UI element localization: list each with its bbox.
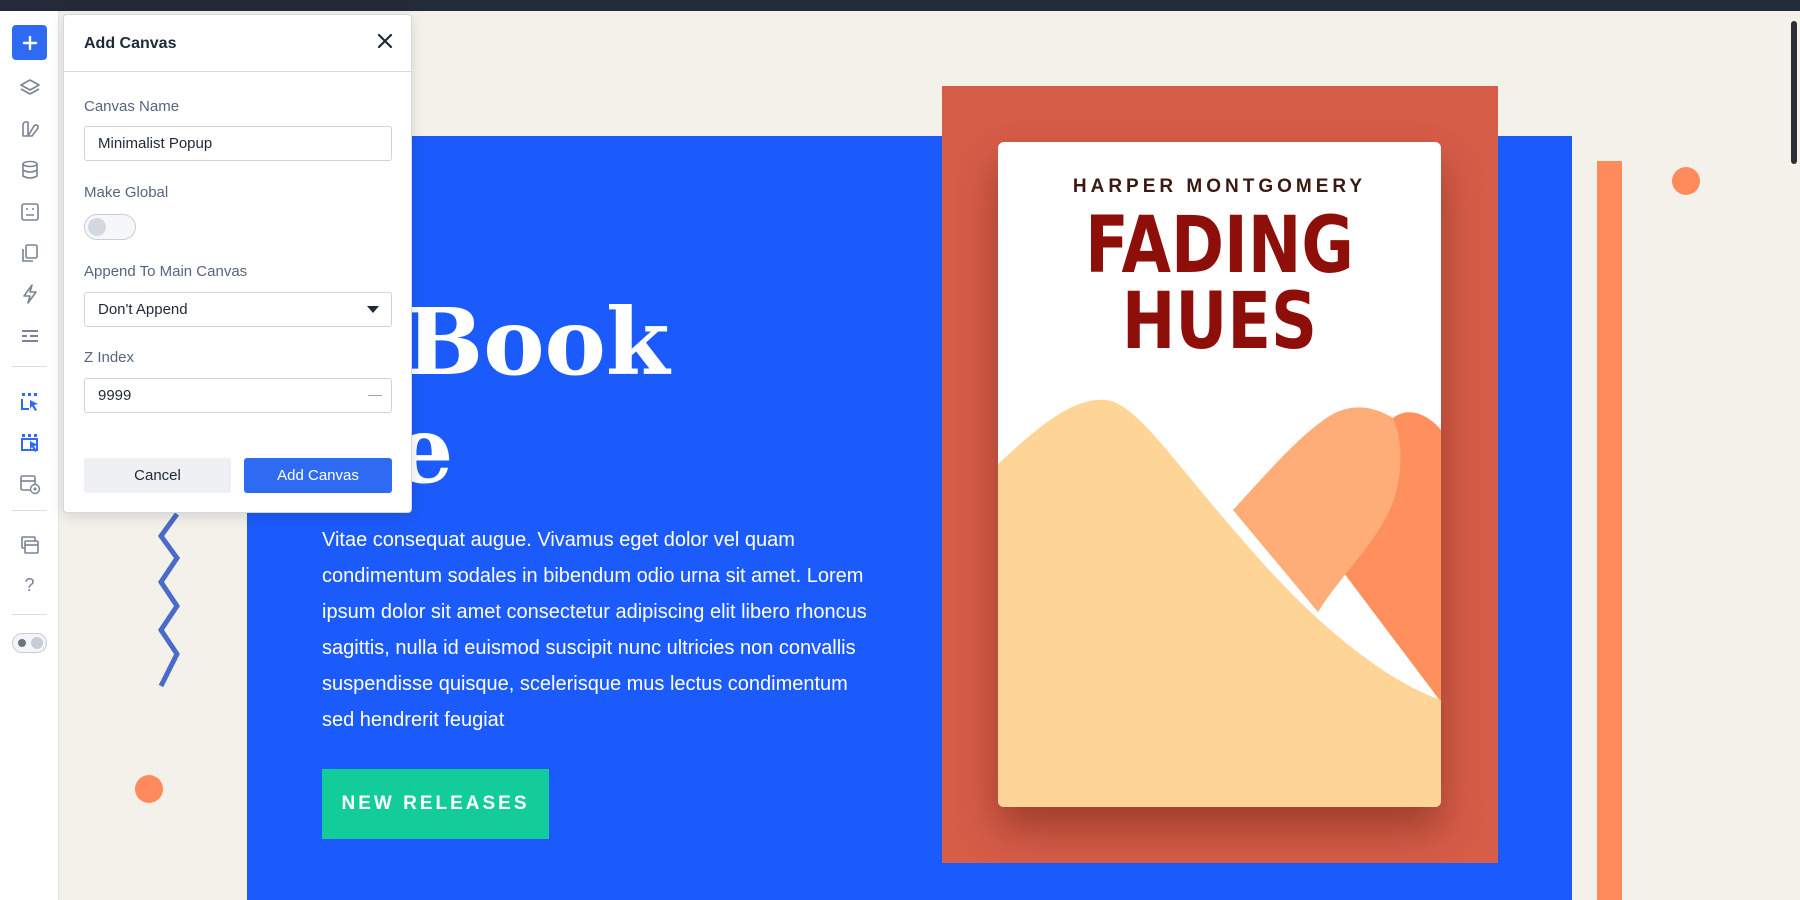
toolbar-divider <box>12 510 47 511</box>
book-author: HARPER MONTGOMERY <box>1072 176 1367 197</box>
left-toolbar: ? <box>0 11 59 900</box>
vertical-scrollbar[interactable] <box>1788 11 1800 900</box>
elements-icon <box>21 120 39 137</box>
theme-toggle-icon <box>18 639 26 647</box>
zigzag-decoration <box>157 512 181 688</box>
windows-icon <box>20 535 39 554</box>
modal-title: Add Canvas <box>84 35 177 52</box>
orange-dot-left <box>135 775 163 803</box>
database-button[interactable] <box>12 152 47 187</box>
database-icon <box>21 160 38 179</box>
append-select-value: Don't Append <box>98 301 188 318</box>
add-canvas-tool[interactable] <box>12 383 47 418</box>
help-button[interactable]: ? <box>12 568 47 603</box>
close-button[interactable] <box>373 29 397 53</box>
layers-button[interactable] <box>12 70 47 105</box>
book-cover: HARPER MONTGOMERY FADING HUES <box>998 142 1441 807</box>
theme-toggle[interactable] <box>12 633 47 653</box>
elements-button[interactable] <box>12 111 47 146</box>
form-icon <box>20 202 39 221</box>
add-button[interactable] <box>12 25 47 60</box>
plus-icon <box>22 35 37 50</box>
close-icon <box>377 33 393 49</box>
theme-toggle-knob <box>31 637 43 649</box>
canvas-select-icon <box>20 433 38 452</box>
modal-header: Add Canvas <box>64 15 411 72</box>
z-index-value: 9999 <box>98 387 132 404</box>
pages-button[interactable] <box>12 235 47 270</box>
append-select[interactable]: Don't Append <box>84 292 392 327</box>
hero-paragraph: Vitae consequat augue. Vivamus eget dolo… <box>322 529 867 731</box>
new-releases-button[interactable]: NEW RELEASES <box>322 769 549 839</box>
z-index-input[interactable]: 9999 <box>84 378 392 413</box>
canvas-name-label: Canvas Name <box>84 98 180 115</box>
layers-icon <box>19 78 40 95</box>
list-button[interactable] <box>12 318 47 353</box>
select-canvas-tool[interactable] <box>12 424 47 459</box>
add-canvas-modal: Add Canvas Canvas Name Minimalist Popup … <box>63 14 412 513</box>
list-icon <box>21 329 38 342</box>
help-icon: ? <box>24 575 35 595</box>
append-label: Append To Main Canvas <box>84 263 248 280</box>
make-global-label: Make Global <box>84 184 169 201</box>
z-index-label: Z Index <box>84 349 135 366</box>
preview-button[interactable] <box>12 466 47 501</box>
lightning-icon <box>22 283 37 304</box>
chevron-down-icon <box>367 306 379 313</box>
toolbar-divider <box>12 614 47 615</box>
make-global-toggle[interactable] <box>84 214 136 240</box>
cancel-button[interactable]: Cancel <box>84 458 231 493</box>
form-button[interactable] <box>12 194 47 229</box>
book-title: FADING HUES <box>1038 201 1401 367</box>
preview-icon <box>19 474 40 494</box>
stepper-icon[interactable] <box>368 395 382 396</box>
orange-vertical-bar <box>1597 161 1622 900</box>
add-canvas-button[interactable]: Add Canvas <box>244 458 392 493</box>
toolbar-divider <box>12 366 47 367</box>
canvas-add-icon <box>20 392 38 411</box>
toggle-knob <box>88 218 106 236</box>
scrollbar-thumb[interactable] <box>1791 21 1797 164</box>
orange-dot-right <box>1672 167 1700 195</box>
actions-button[interactable] <box>12 276 47 311</box>
canvas-name-input[interactable]: Minimalist Popup <box>84 126 392 161</box>
book-title-line-2: HUES <box>1121 277 1318 367</box>
top-bar <box>0 0 1800 11</box>
windows-button[interactable] <box>12 527 47 562</box>
book-title-line-1: FADING <box>1085 201 1354 291</box>
pages-icon <box>21 243 38 262</box>
